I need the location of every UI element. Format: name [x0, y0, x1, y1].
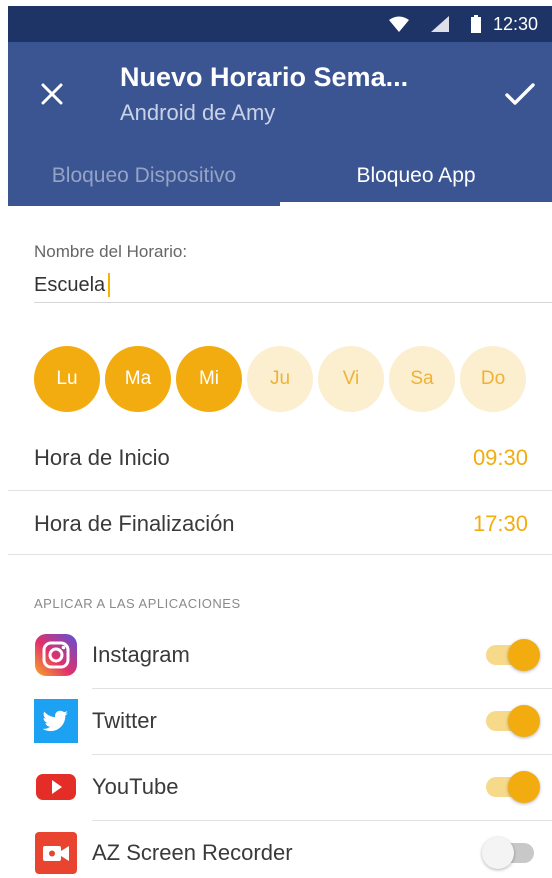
start-time-value[interactable]: 09:30 — [473, 445, 528, 471]
app-bar: Nuevo Horario Sema... Android de Amy Blo… — [8, 42, 552, 206]
end-time-label: Hora de Finalización — [34, 511, 235, 536]
twitter-icon — [34, 699, 78, 743]
day-tuesday[interactable]: Ma — [105, 346, 171, 412]
twitter-toggle[interactable] — [486, 705, 540, 737]
app-row-youtube: YouTube — [8, 756, 552, 818]
instagram-toggle[interactable] — [486, 639, 540, 671]
start-time-row[interactable]: Hora de Inicio 09:30 — [8, 426, 552, 490]
youtube-icon — [34, 765, 78, 809]
text-cursor — [108, 273, 111, 297]
day-friday[interactable]: Vi — [318, 346, 384, 412]
toggle-knob — [482, 837, 514, 869]
page-title: Nuevo Horario Sema... — [120, 62, 409, 92]
schedule-name-value[interactable]: Escuela — [34, 274, 105, 297]
app-row-az-screen-recorder: AZ Screen Recorder — [8, 822, 552, 878]
app-row-twitter: Twitter — [8, 690, 552, 752]
tab-bar: Bloqueo Dispositivo Bloqueo App — [8, 146, 552, 206]
apps-section-title: APLICAR A LAS APLICACIONES — [34, 596, 241, 611]
end-time-value[interactable]: 17:30 — [473, 511, 528, 537]
toggle-knob — [508, 771, 540, 803]
tab-device-lock[interactable]: Bloqueo Dispositivo — [8, 146, 280, 206]
schedule-name-field[interactable]: Escuela — [34, 268, 552, 303]
app-name: Twitter — [92, 708, 157, 733]
day-sunday[interactable]: Do — [460, 346, 526, 412]
divider — [8, 490, 552, 491]
close-button[interactable] — [34, 78, 70, 114]
status-time: 12:30 — [492, 13, 538, 34]
day-selector: Lu Ma Mi Ju Vi Sa Do — [34, 346, 531, 414]
instagram-icon — [34, 633, 78, 677]
az-screen-recorder-toggle[interactable] — [482, 837, 534, 869]
close-icon — [41, 83, 63, 110]
battery-icon — [470, 15, 481, 33]
divider — [92, 688, 552, 689]
toggle-knob — [508, 639, 540, 671]
app-name: AZ Screen Recorder — [92, 840, 293, 865]
divider — [8, 554, 552, 555]
app-name: Instagram — [92, 642, 190, 667]
day-saturday[interactable]: Sa — [389, 346, 455, 412]
wifi-icon — [388, 16, 409, 32]
youtube-toggle[interactable] — [486, 771, 540, 803]
az-screen-recorder-icon — [34, 831, 78, 875]
toggle-knob — [508, 705, 540, 737]
cell-signal-icon — [430, 16, 449, 32]
tab-app-lock[interactable]: Bloqueo App — [280, 146, 552, 206]
app-name: YouTube — [92, 774, 179, 799]
divider — [92, 820, 552, 821]
confirm-button[interactable] — [500, 78, 540, 114]
app-row-instagram: Instagram — [8, 624, 552, 686]
check-icon — [505, 82, 535, 111]
day-monday[interactable]: Lu — [34, 346, 100, 412]
end-time-row[interactable]: Hora de Finalización 17:30 — [8, 492, 552, 556]
day-wednesday[interactable]: Mi — [176, 346, 242, 412]
screen: 12:30 Nuevo Horario Sema... Android de A… — [8, 6, 552, 878]
divider — [92, 754, 552, 755]
start-time-label: Hora de Inicio — [34, 445, 170, 470]
day-thursday[interactable]: Ju — [247, 346, 313, 412]
device-subtitle: Android de Amy — [120, 100, 276, 125]
status-bar: 12:30 — [8, 6, 552, 42]
schedule-name-label: Nombre del Horario: — [34, 242, 188, 261]
